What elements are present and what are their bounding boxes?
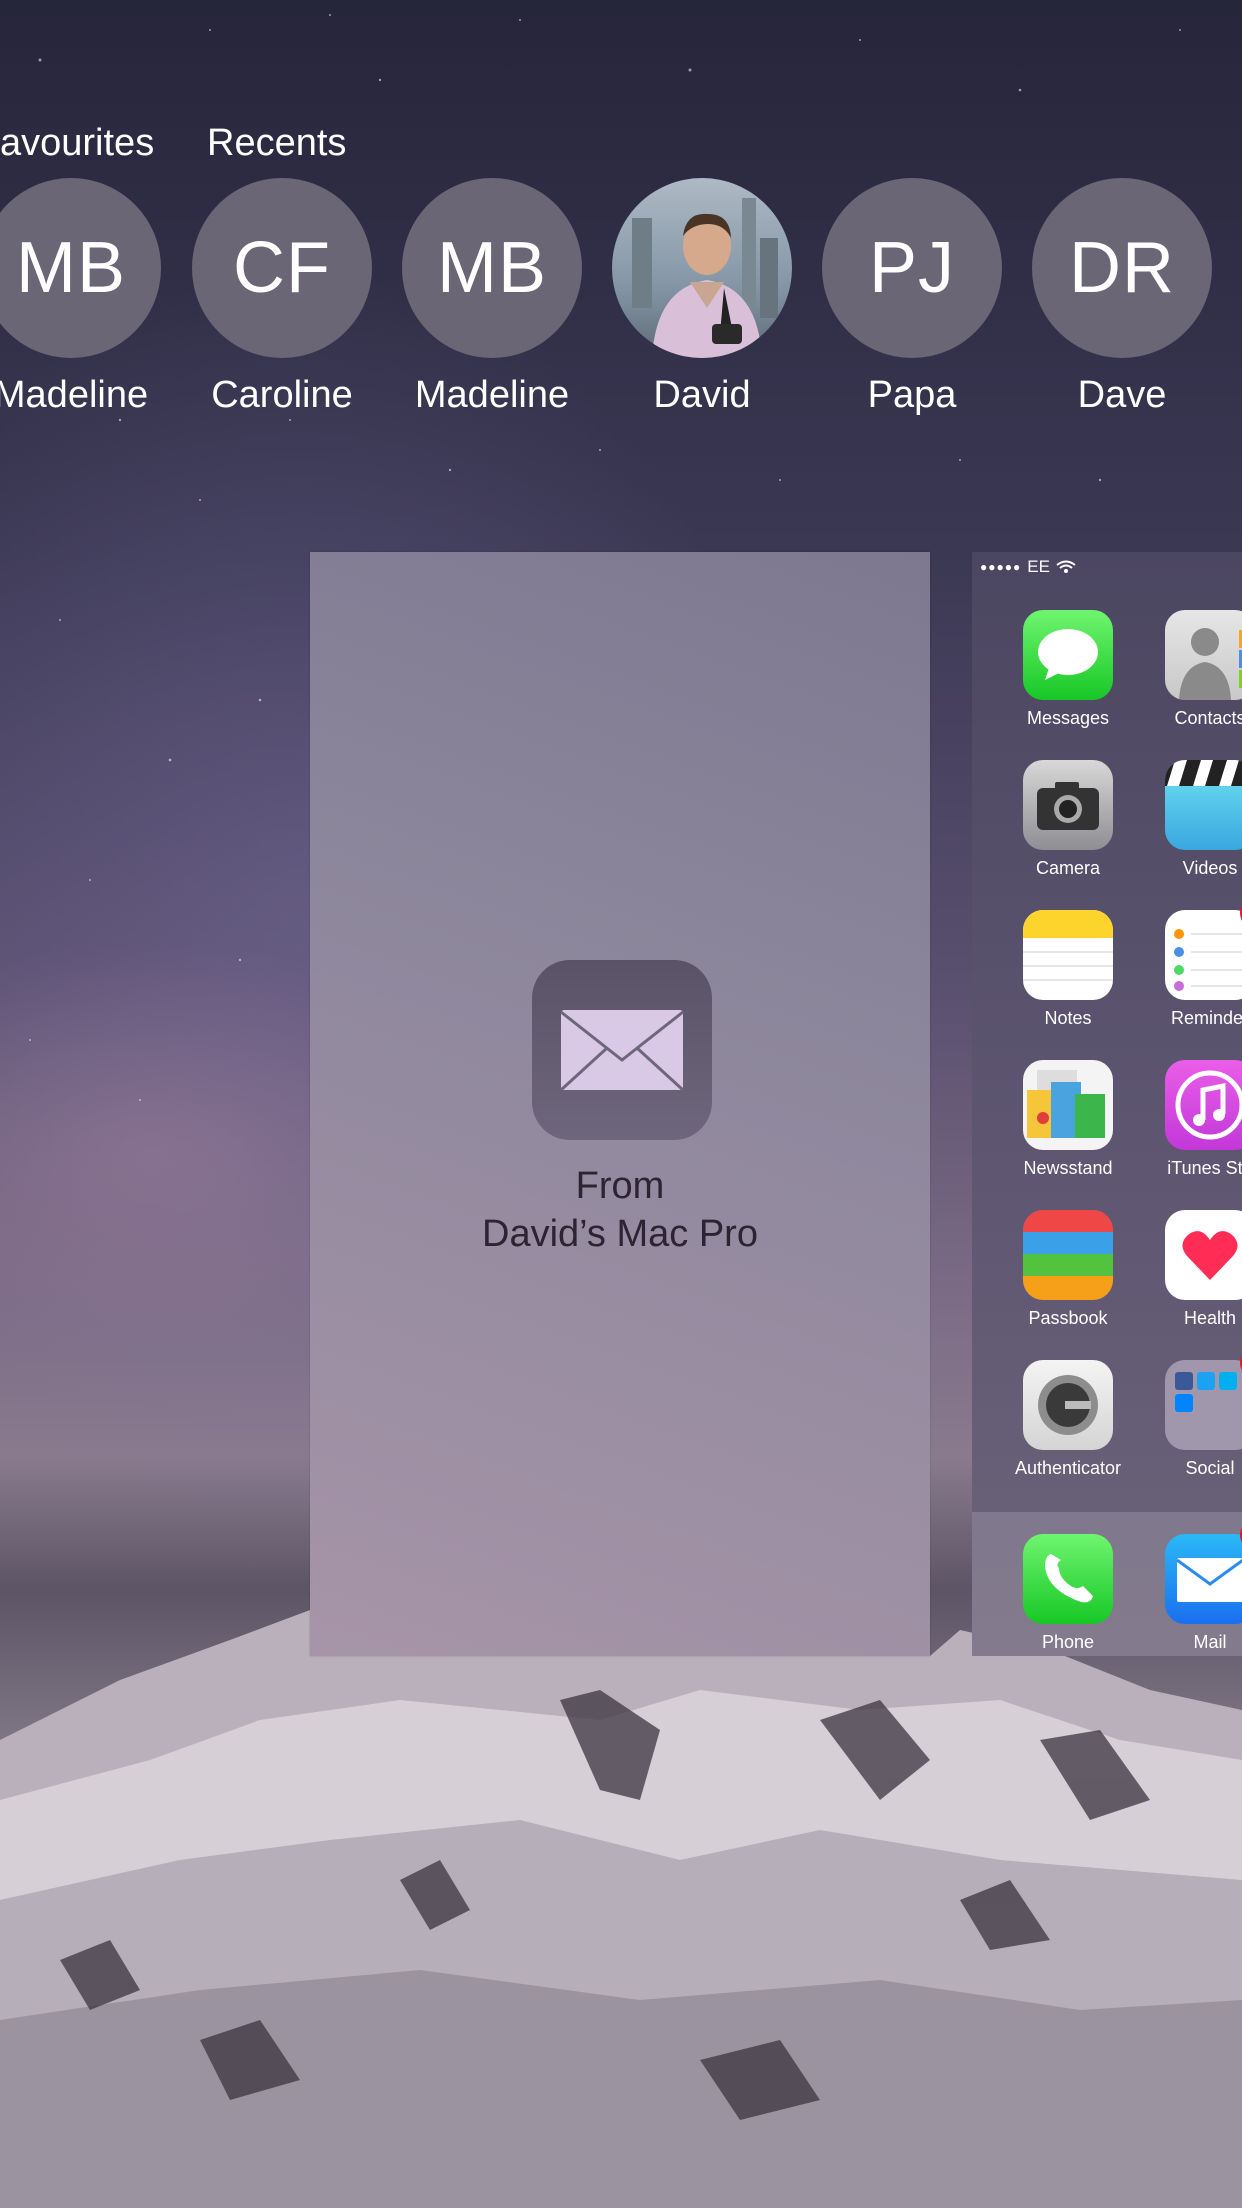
notes-icon — [1023, 910, 1113, 1000]
home-screen-card[interactable]: ●●●●● EE Messages Contacts Camera Videos — [972, 552, 1242, 1656]
social-folder-icon — [1165, 1360, 1242, 1450]
mail-icon — [1165, 1534, 1242, 1624]
app-label: Authenticator — [1014, 1458, 1122, 1478]
carrier-label: EE — [1027, 557, 1050, 576]
handoff-mail-icon — [532, 960, 712, 1140]
app-videos[interactable]: Videos — [1140, 760, 1242, 879]
avatar-photo — [612, 178, 792, 358]
contact-dave[interactable]: DR Dave — [1032, 178, 1212, 417]
dock: Phone Mail — [972, 1512, 1242, 1656]
contact-name: Caroline — [211, 374, 353, 416]
phone-icon — [1023, 1534, 1113, 1624]
handoff-from-label: From — [575, 1165, 665, 1207]
passbook-icon — [1023, 1210, 1113, 1300]
avatar: MB — [402, 178, 582, 358]
contact-david[interactable]: David — [612, 178, 792, 417]
app-label: iTunes Sto — [1167, 1158, 1242, 1178]
app-reminders[interactable]: Reminder — [1140, 898, 1242, 1029]
contact-caroline[interactable]: CF Caroline — [192, 178, 372, 417]
app-label: Social — [1185, 1458, 1235, 1478]
handoff-device-name: David’s Mac Pro — [482, 1213, 758, 1255]
contact-name: Madeline — [414, 374, 570, 416]
app-passbook[interactable]: Passbook — [998, 1210, 1138, 1329]
avatar: PJ — [822, 178, 1002, 358]
app-label: Camera — [1035, 858, 1101, 878]
health-icon — [1165, 1210, 1242, 1300]
avatar: DR — [1032, 178, 1212, 358]
app-label: Messages — [1026, 708, 1110, 728]
status-bar: ●●●●● EE — [980, 557, 1076, 577]
app-label: Videos — [1182, 858, 1238, 878]
app-itunes-store[interactable]: iTunes Sto — [1140, 1060, 1242, 1179]
wifi-icon — [1056, 560, 1076, 573]
signal-strength-icon: ●●●●● — [980, 560, 1022, 574]
app-health[interactable]: Health — [1140, 1210, 1242, 1329]
recents-label: Recents — [207, 122, 347, 164]
app-label: Newsstand — [1023, 1158, 1113, 1178]
app-label: Contacts — [1174, 708, 1242, 728]
app-newsstand[interactable]: Newsstand — [998, 1060, 1138, 1179]
favourites-label: avourites — [0, 122, 155, 164]
app-camera[interactable]: Camera — [998, 760, 1138, 879]
app-label: Health — [1183, 1308, 1237, 1328]
authenticator-icon — [1023, 1360, 1113, 1450]
app-label: Phone — [1041, 1632, 1095, 1652]
app-contacts[interactable]: Contacts — [1140, 610, 1242, 729]
videos-icon — [1165, 760, 1242, 850]
contact-name: Papa — [867, 374, 957, 416]
messages-icon — [1023, 610, 1113, 700]
app-label: Reminder — [1170, 1008, 1242, 1028]
contact-madeline-favourite[interactable]: MB Madeline — [0, 178, 161, 417]
app-authenticator[interactable]: Authenticator — [998, 1360, 1138, 1479]
dock-app-mail[interactable]: Mail — [1140, 1520, 1242, 1653]
contacts-icon — [1165, 610, 1242, 700]
app-notes[interactable]: Notes — [998, 910, 1138, 1029]
contact-madeline-recent[interactable]: MB Madeline — [402, 178, 582, 417]
app-social-folder[interactable]: Social — [1140, 1348, 1242, 1479]
avatar: MB — [0, 178, 161, 358]
dock-app-phone[interactable]: Phone — [998, 1534, 1138, 1653]
app-messages[interactable]: Messages — [998, 610, 1138, 729]
itunes-store-icon — [1165, 1060, 1242, 1150]
app-label: Mail — [1193, 1632, 1227, 1652]
handoff-app-card[interactable]: From David’s Mac Pro — [310, 552, 930, 1656]
contact-papa[interactable]: PJ Papa — [822, 178, 1002, 417]
camera-icon — [1023, 760, 1113, 850]
mail-icon — [559, 1010, 685, 1092]
app-label: Passbook — [1028, 1308, 1108, 1328]
handoff-source-text: From David’s Mac Pro — [310, 1162, 930, 1258]
reminders-icon — [1165, 910, 1242, 1000]
contact-name: David — [653, 374, 751, 416]
avatar: CF — [192, 178, 372, 358]
contact-name: Dave — [1077, 374, 1167, 416]
person-photo-icon — [632, 198, 778, 358]
app-label: Notes — [1044, 1008, 1092, 1028]
newsstand-icon — [1023, 1060, 1113, 1150]
